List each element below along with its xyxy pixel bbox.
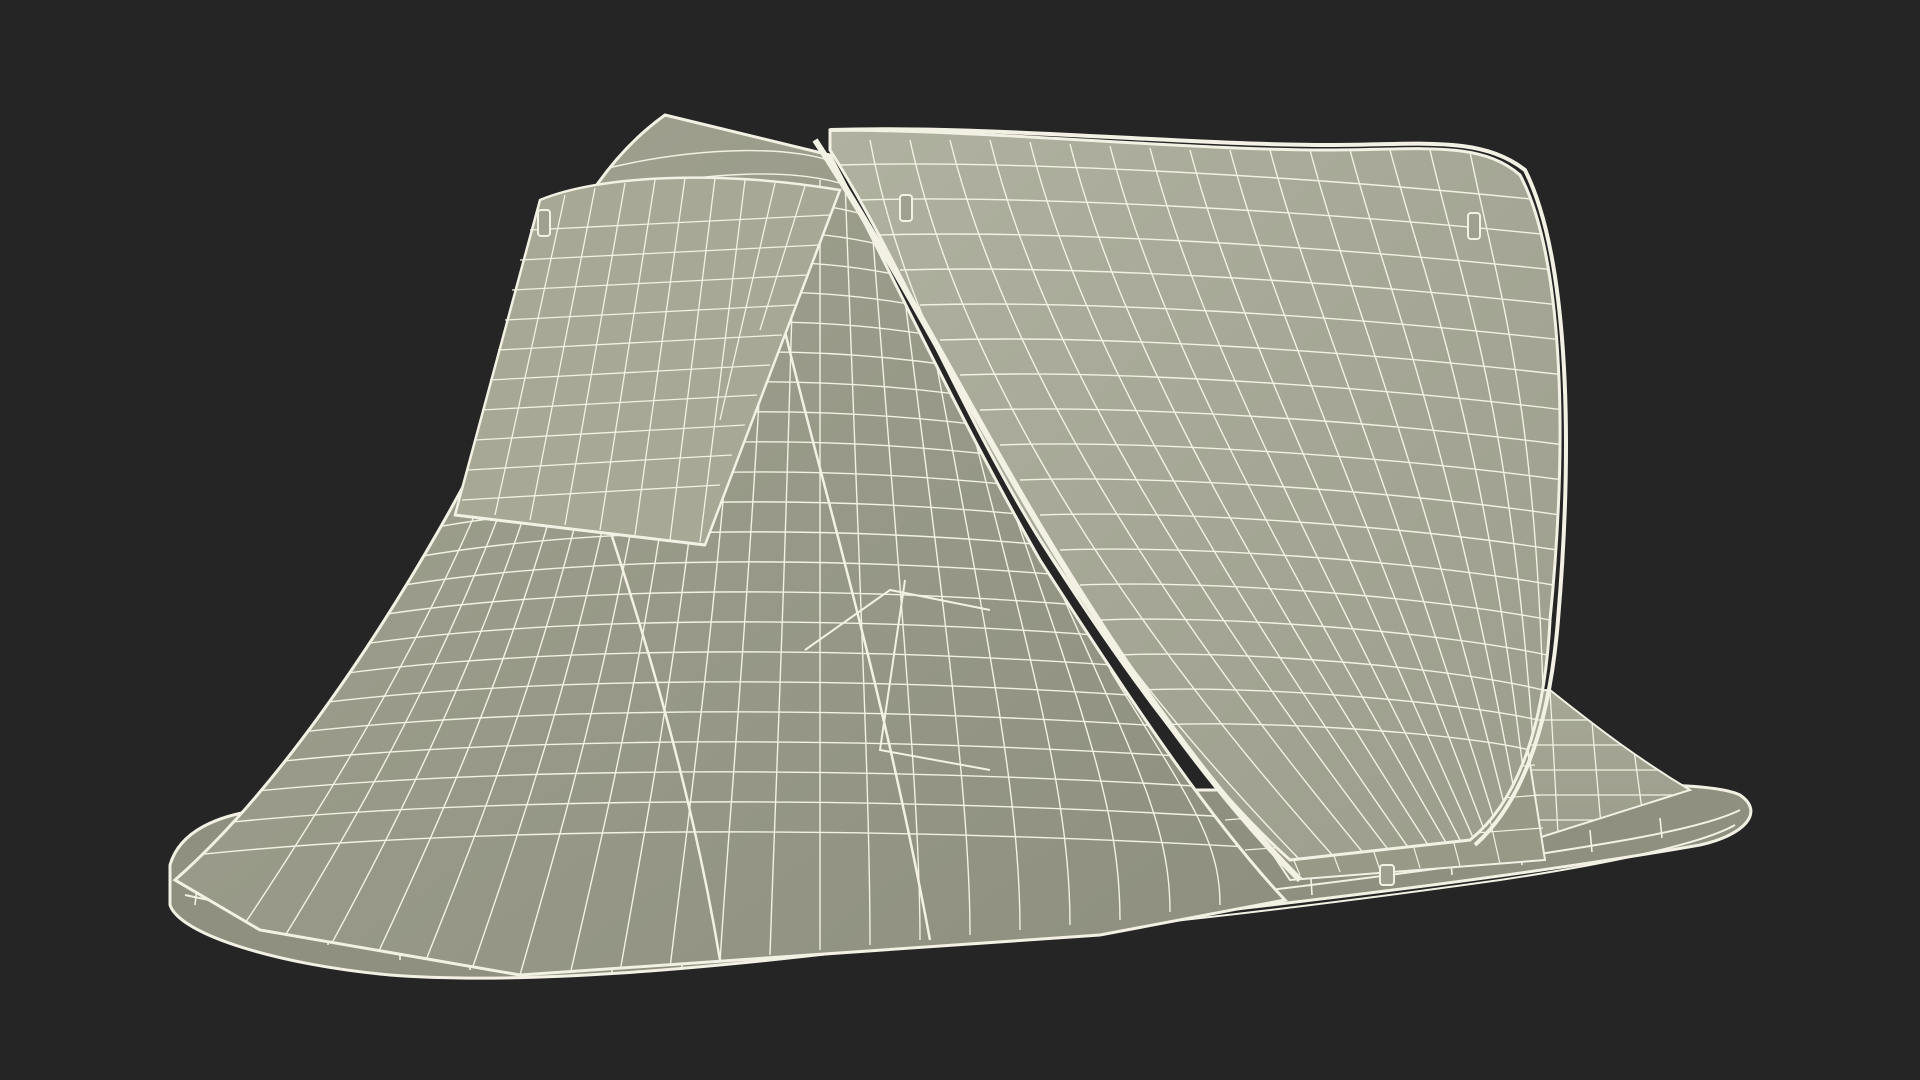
tent-render xyxy=(168,113,1753,980)
render-viewport xyxy=(0,0,1920,1080)
